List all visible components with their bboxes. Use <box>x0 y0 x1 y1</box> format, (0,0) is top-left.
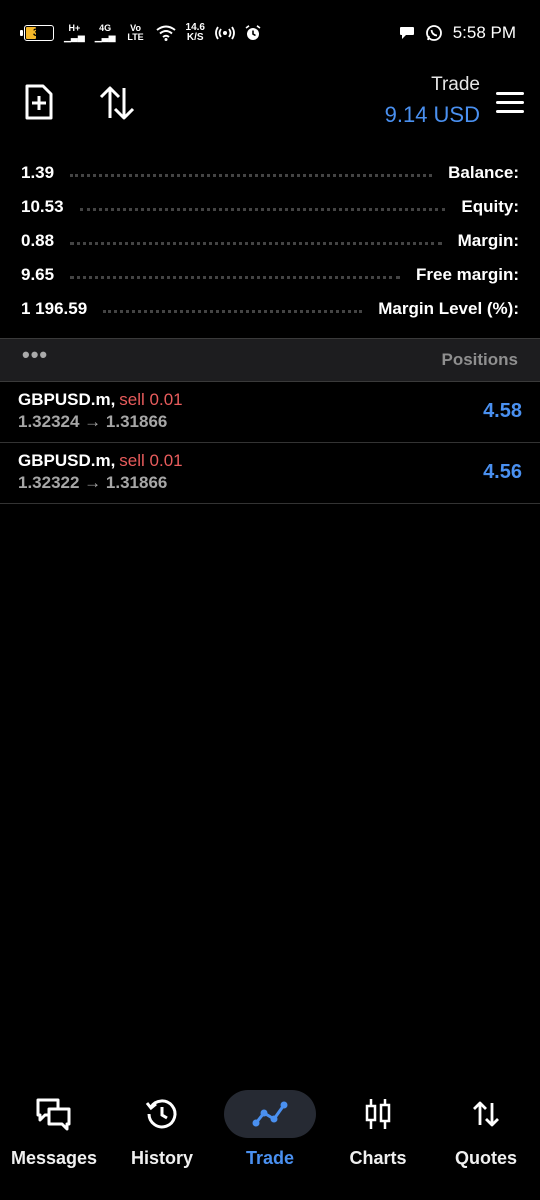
signal-4g-icon: 4G ▁▃▅ <box>94 23 116 42</box>
margin-level-label: Margin Level (%): <box>378 299 519 318</box>
positions-section-header: ••• Positions <box>0 338 540 382</box>
position-side: sell 0.01 <box>119 390 183 409</box>
dotted-leader <box>79 207 446 211</box>
whatsapp-icon <box>425 25 442 41</box>
positions-list: GBPUSD.m, sell 0.01 1.32324 → 1.31866 4.5… <box>0 382 540 504</box>
page-title: Trade <box>431 74 480 95</box>
alarm-icon <box>245 25 261 40</box>
balance-value: 1.39 <box>21 163 55 182</box>
dotted-leader <box>70 241 442 245</box>
quotes-icon <box>473 1101 499 1127</box>
position-profit: 4.56 <box>483 461 522 483</box>
menu-icon[interactable] <box>496 92 524 114</box>
battery-icon: 39 <box>20 25 54 41</box>
volte-icon: Vo LTE <box>127 23 144 42</box>
position-symbol: GBPUSD.m, <box>18 451 116 470</box>
nav-charts[interactable]: Charts <box>326 1090 430 1169</box>
position-symbol: GBPUSD.m, <box>18 390 116 409</box>
app-header: Trade 9.14 USD <box>0 66 540 150</box>
account-summary: 1.39 Balance: 10.53 Equity: 0.88 Margin:… <box>0 156 540 326</box>
trade-icon <box>252 1101 288 1127</box>
free-margin-value: 9.65 <box>21 265 55 284</box>
nav-trade[interactable]: Trade <box>218 1090 322 1169</box>
position-side: sell 0.01 <box>119 451 183 470</box>
margin-level-value: 1 196.59 <box>21 299 88 318</box>
messages-icon <box>36 1098 71 1131</box>
margin-label: Margin: <box>457 231 519 250</box>
summary-row-equity: 10.53 Equity: <box>0 190 540 224</box>
history-icon <box>145 1099 177 1129</box>
new-order-icon[interactable] <box>24 84 54 120</box>
hotspot-icon <box>215 26 235 40</box>
sort-icon[interactable] <box>98 86 136 120</box>
positions-title: Positions <box>441 350 518 369</box>
summary-row-balance: 1.39 Balance: <box>0 156 540 190</box>
more-options-icon[interactable]: ••• <box>22 342 48 368</box>
signal-h-plus-icon: H+ ▁▃▅ <box>64 23 85 42</box>
nav-charts-label: Charts <box>349 1148 407 1168</box>
position-prices: 1.32322 → 1.31866 <box>18 473 168 492</box>
equity-value: 10.53 <box>21 197 64 216</box>
nav-trade-label: Trade <box>245 1148 295 1168</box>
charts-icon <box>365 1099 391 1129</box>
nav-quotes-label: Quotes <box>454 1148 517 1168</box>
position-row[interactable]: GBPUSD.m, sell 0.01 1.32322 → 1.31866 4.5… <box>0 443 540 504</box>
clock: 5:58 PM <box>452 23 516 42</box>
chat-bubble-icon <box>399 27 414 39</box>
dotted-leader <box>70 173 433 177</box>
dotted-leader <box>70 275 401 279</box>
position-profit: 4.58 <box>483 400 522 422</box>
position-row[interactable]: GBPUSD.m, sell 0.01 1.32324 → 1.31866 4.5… <box>0 382 540 443</box>
balance-label: Balance: <box>448 163 519 182</box>
bottom-navigation: Messages History Trade Charts Quotes <box>0 1090 540 1200</box>
status-bar: 39 H+ ▁▃▅ 4G ▁▃▅ Vo LTE 14.6 K/S 5:58 PM <box>0 0 540 66</box>
margin-value: 0.88 <box>21 231 55 250</box>
wifi-icon <box>155 25 176 41</box>
free-margin-label: Free margin: <box>416 265 519 284</box>
position-prices: 1.32324 → 1.31866 <box>18 412 168 431</box>
profit-total: 9.14 USD <box>384 102 480 127</box>
summary-row-free-margin: 9.65 Free margin: <box>0 258 540 292</box>
summary-row-margin-level: 1 196.59 Margin Level (%): <box>0 292 540 326</box>
equity-label: Equity: <box>461 197 519 216</box>
dotted-leader <box>103 309 363 313</box>
nav-quotes[interactable]: Quotes <box>434 1090 538 1169</box>
nav-history-label: History <box>130 1148 193 1168</box>
battery-level: 39 <box>32 27 46 39</box>
nav-messages[interactable]: Messages <box>2 1090 106 1169</box>
net-speed: 14.6 K/S <box>185 22 205 43</box>
nav-history[interactable]: History <box>110 1090 214 1169</box>
summary-row-margin: 0.88 Margin: <box>0 224 540 258</box>
nav-messages-label: Messages <box>10 1148 98 1168</box>
